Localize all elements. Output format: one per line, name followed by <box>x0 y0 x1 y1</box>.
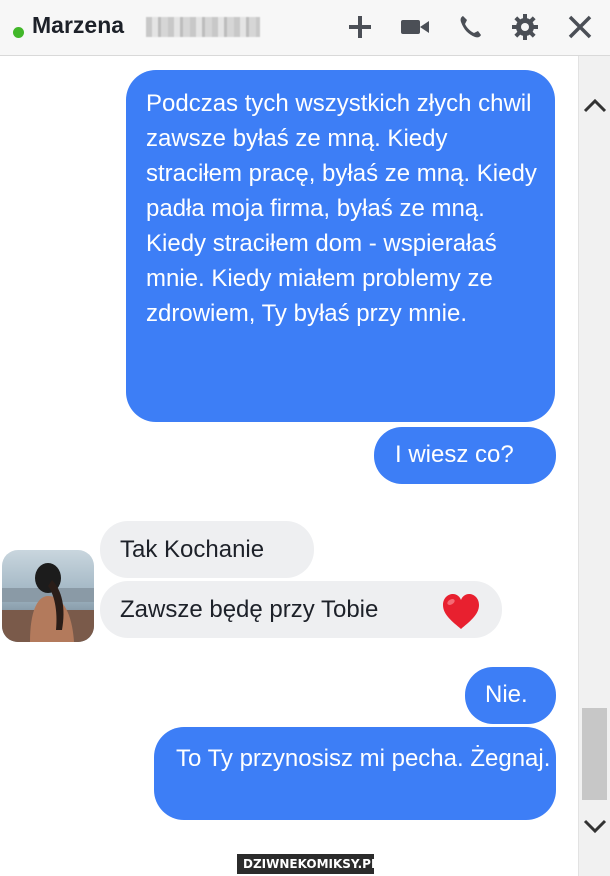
contact-name[interactable]: Marzena <box>32 12 124 39</box>
gear-icon[interactable] <box>508 10 542 44</box>
chat-header: Marzena <box>0 0 610 56</box>
outgoing-message[interactable]: I wiesz co? <box>374 427 556 484</box>
incoming-message[interactable]: Tak Kochanie <box>100 521 314 578</box>
video-camera-icon[interactable] <box>398 10 432 44</box>
scrollbar[interactable] <box>578 56 610 876</box>
plus-icon[interactable] <box>343 10 377 44</box>
incoming-message[interactable]: Zawsze będę przy Tobie <box>100 581 502 638</box>
blurred-surname <box>146 17 260 37</box>
heart-icon <box>441 593 481 631</box>
chevron-down-icon[interactable] <box>583 816 607 841</box>
chevron-up-icon[interactable] <box>583 96 607 121</box>
scrollbar-thumb[interactable] <box>582 708 607 800</box>
message-text: Zawsze będę przy Tobie <box>120 596 379 623</box>
close-icon[interactable] <box>563 10 597 44</box>
watermark: DZIWNEKOMIKSY.PL <box>237 854 379 874</box>
outgoing-message[interactable]: To Ty przynosisz mi pecha. Żegnaj. <box>154 727 556 820</box>
outgoing-message[interactable]: Podczas tych wszystkich złych chwil zaws… <box>126 70 555 422</box>
phone-icon[interactable] <box>453 10 487 44</box>
outgoing-message[interactable]: Nie. <box>465 667 556 724</box>
message-thread[interactable]: Podczas tych wszystkich złych chwil zaws… <box>0 56 578 876</box>
avatar[interactable] <box>2 550 94 642</box>
watermark-text: DZIWNEKOMIKSY.PL <box>243 857 379 871</box>
online-status-dot <box>13 27 24 38</box>
